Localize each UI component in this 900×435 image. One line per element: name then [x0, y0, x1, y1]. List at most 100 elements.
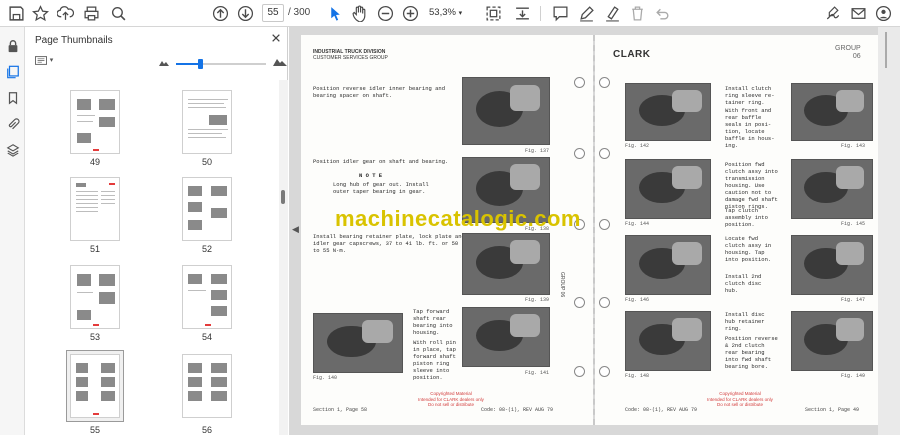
scrollbar-thumb[interactable]: [281, 190, 285, 204]
thumbnails-icon[interactable]: [4, 63, 21, 80]
sign-icon[interactable]: [822, 4, 842, 23]
instruction-text: Position fwd clutch assy into transmissi…: [725, 161, 778, 210]
figure-photo: [791, 159, 873, 219]
instruction-text: Install bearing retainer plate, lock pla…: [313, 233, 465, 254]
email-icon[interactable]: [848, 4, 868, 23]
page-number-input[interactable]: 55: [262, 4, 284, 22]
options-icon: [35, 56, 47, 65]
note-heading: N O T E: [359, 172, 383, 179]
thumbnail-label: 54: [201, 332, 212, 342]
binder-hole: [599, 219, 610, 230]
instruction-text: Tap forward shaft rear bearing into hous…: [413, 308, 453, 336]
small-thumbnail-icon[interactable]: [159, 59, 169, 66]
page-header-line: CUSTOMER SERVICES GROUP: [313, 55, 388, 61]
print-icon[interactable]: [81, 4, 101, 23]
figure-label: Fig. 146: [625, 297, 650, 303]
page-footer-left: Code: 08-(1), REV AUG 79: [625, 407, 698, 413]
binder-hole: [599, 148, 610, 159]
thumbnail-size-slider[interactable]: [176, 59, 266, 69]
upload-icon[interactable]: [55, 4, 75, 23]
account-icon[interactable]: [873, 4, 893, 23]
binder-hole: [574, 297, 585, 308]
thumbnail-page[interactable]: [182, 177, 232, 241]
thumbnail-label: 49: [89, 157, 100, 167]
prev-page-icon[interactable]: [210, 4, 230, 23]
panel-title: Page Thumbnails: [35, 35, 113, 46]
thumbnail-page[interactable]: [70, 90, 120, 154]
binder-hole: [599, 297, 610, 308]
chevron-down-icon: ▾: [458, 10, 463, 17]
thumbnail-page[interactable]: [70, 177, 120, 241]
zoom-in-icon[interactable]: [400, 4, 420, 23]
binder-hole: [574, 148, 585, 159]
page-footer-left: Section 1, Page 58: [313, 407, 368, 413]
note-text: Long hub of gear out. Install outer tape…: [333, 181, 429, 195]
layers-icon[interactable]: [4, 141, 21, 158]
zoom-search-icon[interactable]: [108, 4, 128, 23]
large-thumbnail-icon[interactable]: [273, 56, 287, 66]
binder-hole: [574, 77, 585, 88]
next-page-icon[interactable]: [235, 4, 255, 23]
group-tag: GROUP 06: [835, 45, 861, 60]
zoom-level-select[interactable]: 53,3% ▾: [425, 4, 465, 22]
binder-hole: [599, 366, 610, 377]
thumbnails-panel: Page Thumbnails ▾ 49 50 51 52 53 54 55 5…: [25, 27, 288, 435]
thumbnail-label: 56: [201, 425, 212, 435]
slider-fill: [176, 63, 200, 65]
hand-icon[interactable]: [349, 4, 369, 23]
lock-icon[interactable]: [4, 37, 21, 54]
main-toolbar: 55 / 300 53,3% ▾: [0, 0, 900, 27]
save-icon[interactable]: [6, 4, 26, 23]
thumbnail-page-selected[interactable]: [70, 354, 120, 418]
zoom-out-icon[interactable]: [375, 4, 395, 23]
thumbnail-page[interactable]: [182, 90, 232, 154]
thumbnail-page[interactable]: [182, 354, 232, 418]
figure-photo: [791, 311, 873, 371]
navigation-rail: [0, 27, 25, 435]
thumbnail-page[interactable]: [182, 265, 232, 329]
thumbnail-scrollbar[interactable]: [279, 80, 288, 435]
thumbnail-page[interactable]: [70, 265, 120, 329]
scroll-mode-icon[interactable]: [512, 4, 532, 23]
collapse-left-icon[interactable]: ◀: [292, 224, 300, 234]
instruction-text: With front and rear baffle seals in posi…: [725, 107, 775, 149]
figure-photo: [462, 77, 550, 145]
delete-icon[interactable]: [627, 4, 647, 23]
attachment-icon[interactable]: [4, 115, 21, 132]
figure-label: Fig. 143: [841, 143, 866, 149]
figure-photo: [625, 311, 711, 371]
right-side-strip: [878, 27, 900, 435]
undo-icon[interactable]: [652, 4, 672, 23]
side-group-label: GROUP 06: [559, 272, 565, 298]
figure-label: Fig. 148: [625, 373, 650, 379]
select-cursor-icon[interactable]: [325, 4, 345, 23]
thumbnail-label: 50: [201, 157, 212, 167]
figure-photo: [625, 83, 711, 141]
bookmark-star-icon[interactable]: [30, 4, 50, 23]
clark-logo: CLARK: [613, 49, 651, 60]
instruction-text: Tap clutch assembly into position.: [725, 207, 768, 228]
bookmark-icon[interactable]: [4, 89, 21, 106]
scrollbar-thumb[interactable]: [885, 32, 887, 68]
figure-photo: [625, 159, 711, 219]
page-footer-right: Code: 08-(1), REV AUG 79: [481, 407, 554, 413]
figure-label: Fig. 149: [841, 373, 866, 379]
figure-photo: [462, 307, 550, 367]
thumbnail-label: 52: [201, 244, 212, 254]
binder-hole: [574, 366, 585, 377]
figure-label: Fig. 144: [625, 221, 650, 227]
slider-handle[interactable]: [198, 59, 203, 69]
highlight-icon[interactable]: [602, 4, 622, 23]
fit-page-icon[interactable]: [483, 4, 503, 23]
pen-icon[interactable]: [576, 4, 596, 23]
watermark-text: machinecatalogic.com: [335, 206, 581, 231]
close-icon[interactable]: [269, 31, 283, 45]
instruction-text: Position idler gear on shaft and bearing…: [313, 158, 449, 165]
thumbnail-label: 53: [89, 332, 100, 342]
comment-icon[interactable]: [550, 4, 570, 23]
binder-hole: [599, 77, 610, 88]
thumbnail-list: 49 50 51 52 53 54 55 56: [25, 80, 280, 435]
thumbnail-options-button[interactable]: ▾: [35, 56, 57, 70]
instruction-text: With roll pin in place, tap forward shaf…: [413, 339, 456, 381]
thumbnail-label: 51: [89, 244, 100, 254]
